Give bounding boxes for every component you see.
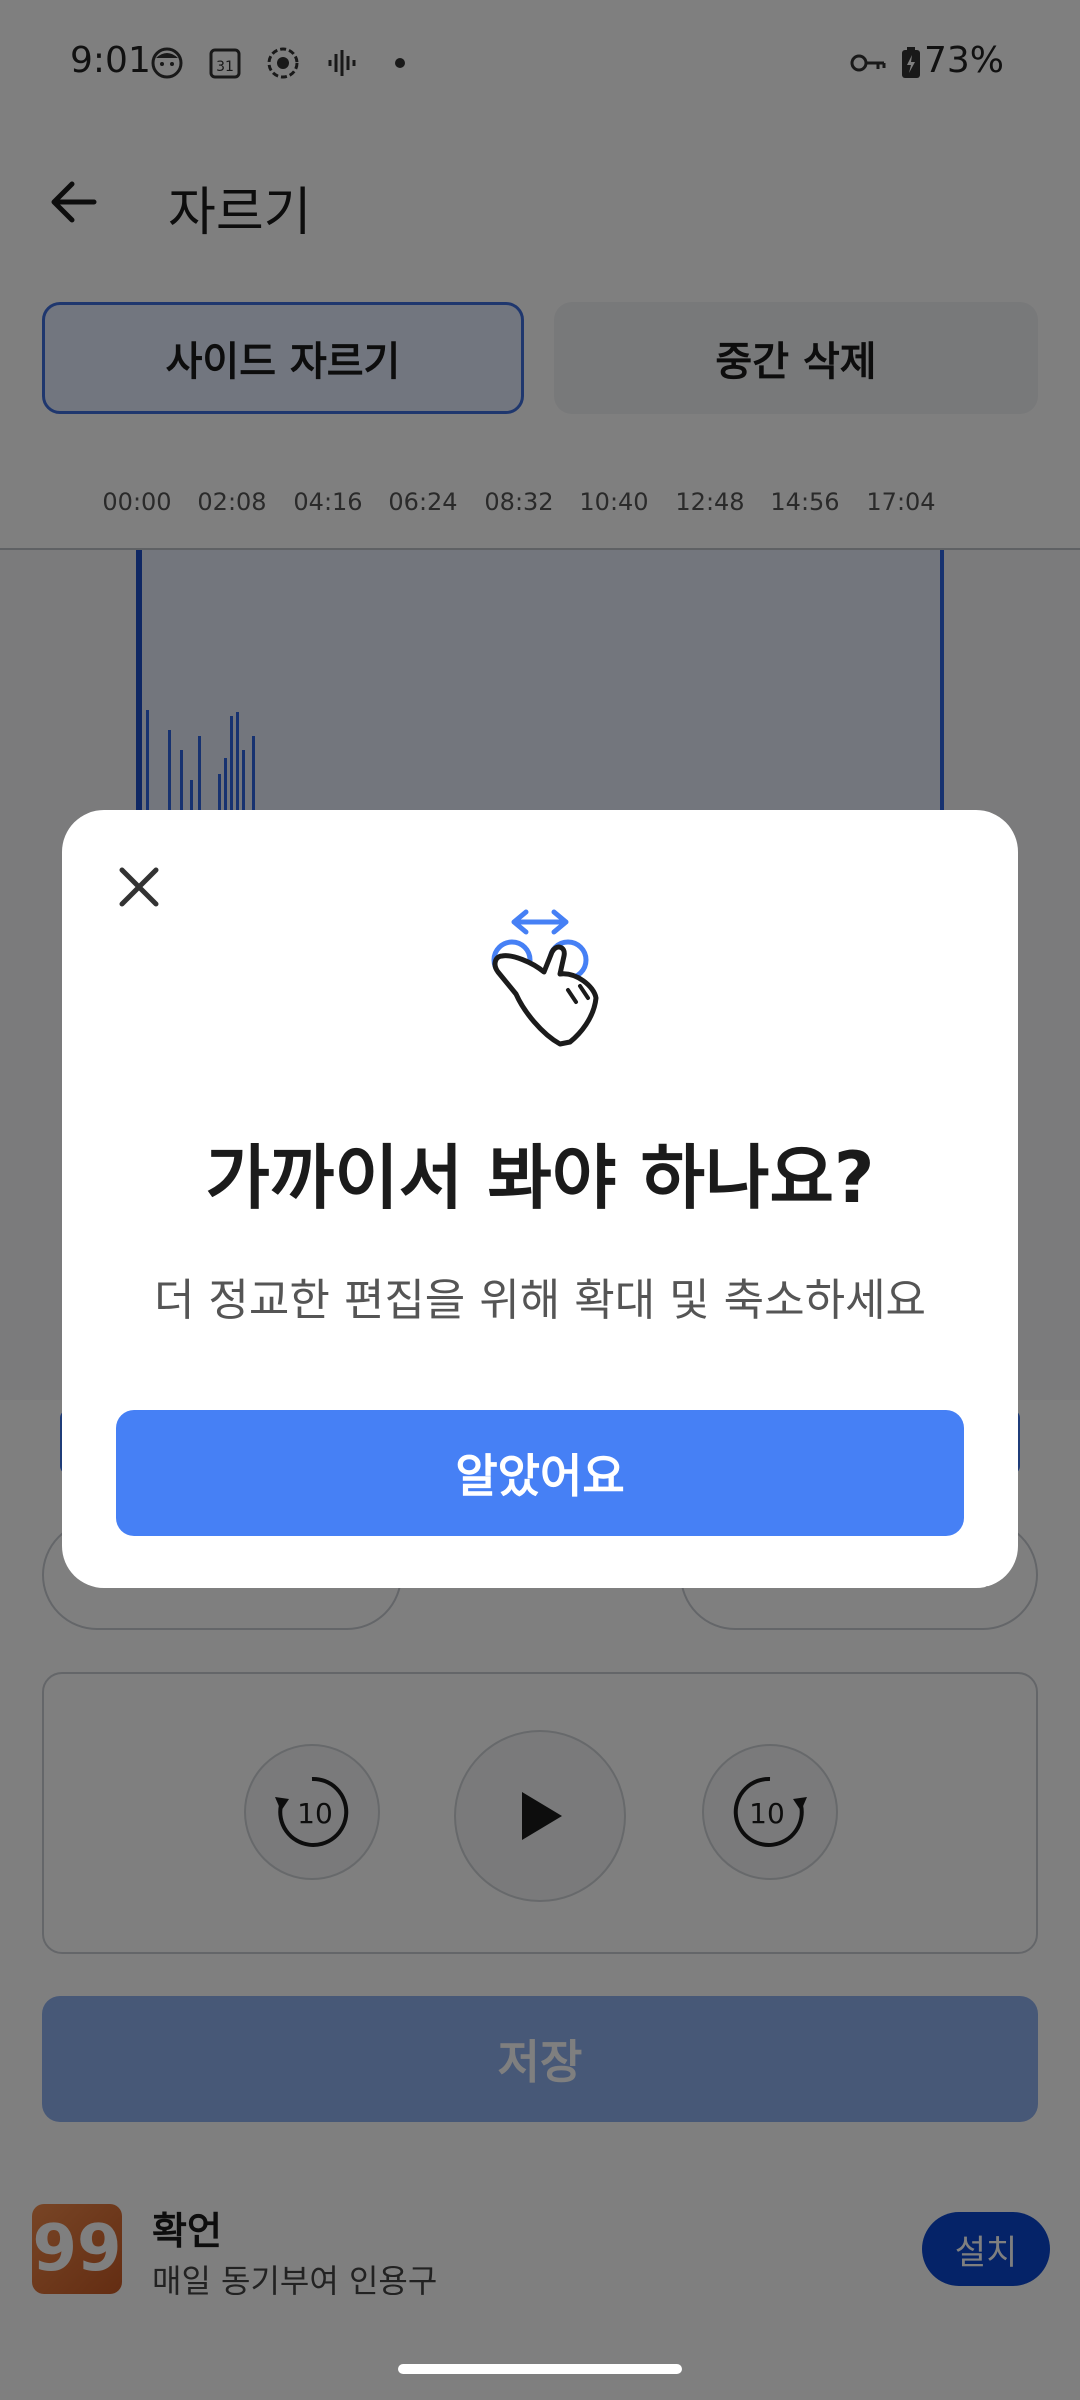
home-indicator[interactable] [398, 2364, 682, 2374]
zoom-tip-dialog: 가까이서 봐야 하나요? 더 정교한 편집을 위해 확대 및 축소하세요 알았어… [62, 810, 1018, 1588]
pinch-zoom-gesture-icon [491, 909, 599, 1047]
confirm-button[interactable]: 알았어요 [116, 1410, 964, 1536]
dialog-subtitle: 더 정교한 편집을 위해 확대 및 축소하세요 [153, 1275, 927, 1326]
close-icon[interactable] [104, 852, 174, 922]
dialog-title: 가까이서 봐야 하나요? [205, 1137, 875, 1219]
